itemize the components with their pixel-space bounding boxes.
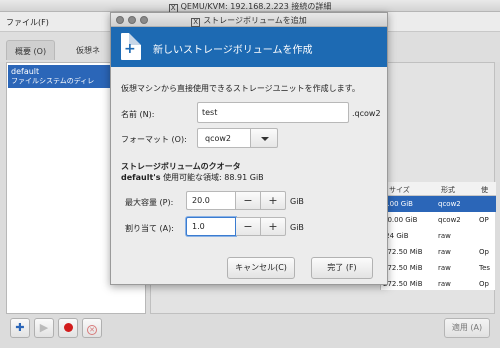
add-volume-dialog: X ストレージボリュームを追加 + 新しいストレージボリュームを作成 仮想マシンか…: [110, 12, 388, 285]
cell-format: raw: [438, 248, 451, 256]
delete-circle-icon: ✕: [87, 325, 97, 335]
quota-heading: ストレージボリュームのクオータ: [121, 162, 241, 171]
format-label: フォーマット (O):: [121, 135, 187, 144]
stop-record-icon: [63, 323, 73, 332]
table-row[interactable]: 272.50 MiB raw Op: [381, 244, 496, 260]
column-size[interactable]: サイズ: [389, 185, 410, 195]
pool-toolbar: ✚ ▶ ✕ 適用 (A): [0, 314, 500, 348]
max-capacity-decrease-button[interactable]: −: [236, 191, 261, 210]
allocation-unit: GiB: [290, 223, 304, 232]
table-row[interactable]: 272.50 MiB raw Op: [381, 276, 496, 292]
cell-size: 272.50 MiB: [383, 280, 423, 288]
cell-format: qcow2: [438, 216, 461, 224]
tab-overview[interactable]: 概要 (O): [6, 40, 56, 60]
cell-format: raw: [438, 232, 451, 240]
name-label: 名前 (N):: [121, 110, 155, 119]
allocation-decrease-button[interactable]: −: [236, 217, 261, 236]
dialog-heading: 新しいストレージボリュームを作成: [153, 45, 313, 56]
table-row[interactable]: 0.00 GiB qcow2: [381, 196, 496, 212]
cell-size: 20.00 GiB: [383, 216, 418, 224]
available-space: default's 使用可能な領域: 88.91 GiB: [121, 172, 264, 183]
plus-icon: ✚: [15, 321, 25, 334]
cancel-button[interactable]: キャンセル(C): [227, 257, 295, 279]
background-title-text: QEMU/KVM: 192.168.2.223 接続の詳細: [180, 2, 332, 11]
cell-used-by: OP: [479, 216, 489, 224]
finish-button[interactable]: 完了 (F): [311, 257, 373, 279]
max-capacity-unit: GiB: [290, 197, 304, 206]
new-volume-icon: +: [121, 33, 141, 60]
name-suffix: .qcow2: [352, 109, 381, 118]
stop-pool-button[interactable]: [58, 318, 78, 338]
cell-size: 272.50 MiB: [383, 248, 423, 256]
menu-file[interactable]: ファイル(F): [6, 17, 49, 28]
tab-virtual-networks[interactable]: 仮想ネ: [68, 40, 108, 60]
dialog-description: 仮想マシンから直接使用できるストレージユニットを作成します。: [121, 84, 360, 93]
cell-format: raw: [438, 264, 451, 272]
column-used-by[interactable]: 使: [481, 185, 488, 195]
x11-icon: X: [191, 18, 201, 27]
chevron-down-icon: [261, 137, 269, 141]
format-dropdown-button[interactable]: [251, 128, 278, 148]
delete-pool-button[interactable]: ✕: [82, 318, 102, 338]
background-titlebar: X QEMU/KVM: 192.168.2.223 接続の詳細: [0, 0, 500, 13]
allocation-input[interactable]: 1.0: [186, 217, 236, 236]
cell-format: qcow2: [438, 200, 461, 208]
max-capacity-increase-button[interactable]: +: [261, 191, 286, 210]
name-input[interactable]: [197, 102, 349, 123]
column-format[interactable]: 形式: [441, 185, 455, 195]
dialog-title: X ストレージボリュームを追加: [111, 15, 387, 27]
dialog-title-text: ストレージボリュームを追加: [203, 16, 307, 25]
max-capacity-spinner: 20.0 − +: [186, 191, 286, 210]
allocation-label: 割り当て (A):: [125, 224, 174, 233]
dialog-header-banner: + 新しいストレージボリュームを作成: [111, 27, 387, 67]
format-select[interactable]: qcow2: [197, 128, 251, 148]
cell-format: raw: [438, 280, 451, 288]
cell-used-by: Op: [479, 248, 489, 256]
allocation-increase-button[interactable]: +: [261, 217, 286, 236]
cell-used-by: Tes: [479, 264, 491, 272]
start-pool-button[interactable]: ▶: [34, 318, 54, 338]
play-icon: ▶: [39, 321, 49, 334]
dialog-titlebar: X ストレージボリュームを追加: [111, 13, 387, 27]
allocation-spinner: 1.0 − +: [186, 217, 286, 236]
plus-icon: +: [124, 41, 136, 57]
table-row[interactable]: 20.00 GiB qcow2 OP: [381, 212, 496, 228]
cell-used-by: Op: [479, 280, 489, 288]
available-space-text: 使用可能な領域: 88.91 GiB: [163, 173, 264, 182]
volume-table-header: サイズ 形式 使: [381, 182, 496, 196]
volume-table: サイズ 形式 使 0.00 GiB qcow2 20.00 GiB qcow2 …: [380, 182, 496, 292]
pool-name-bold: default's: [121, 173, 161, 182]
table-row[interactable]: 272.50 MiB raw Tes: [381, 260, 496, 276]
apply-button[interactable]: 適用 (A): [444, 318, 490, 338]
max-capacity-label: 最大容量 (P):: [125, 198, 174, 207]
cell-size: 272.50 MiB: [383, 264, 423, 272]
max-capacity-input[interactable]: 20.0: [186, 191, 236, 210]
table-row[interactable]: .24 GiB raw: [381, 228, 496, 244]
add-pool-button[interactable]: ✚: [10, 318, 30, 338]
